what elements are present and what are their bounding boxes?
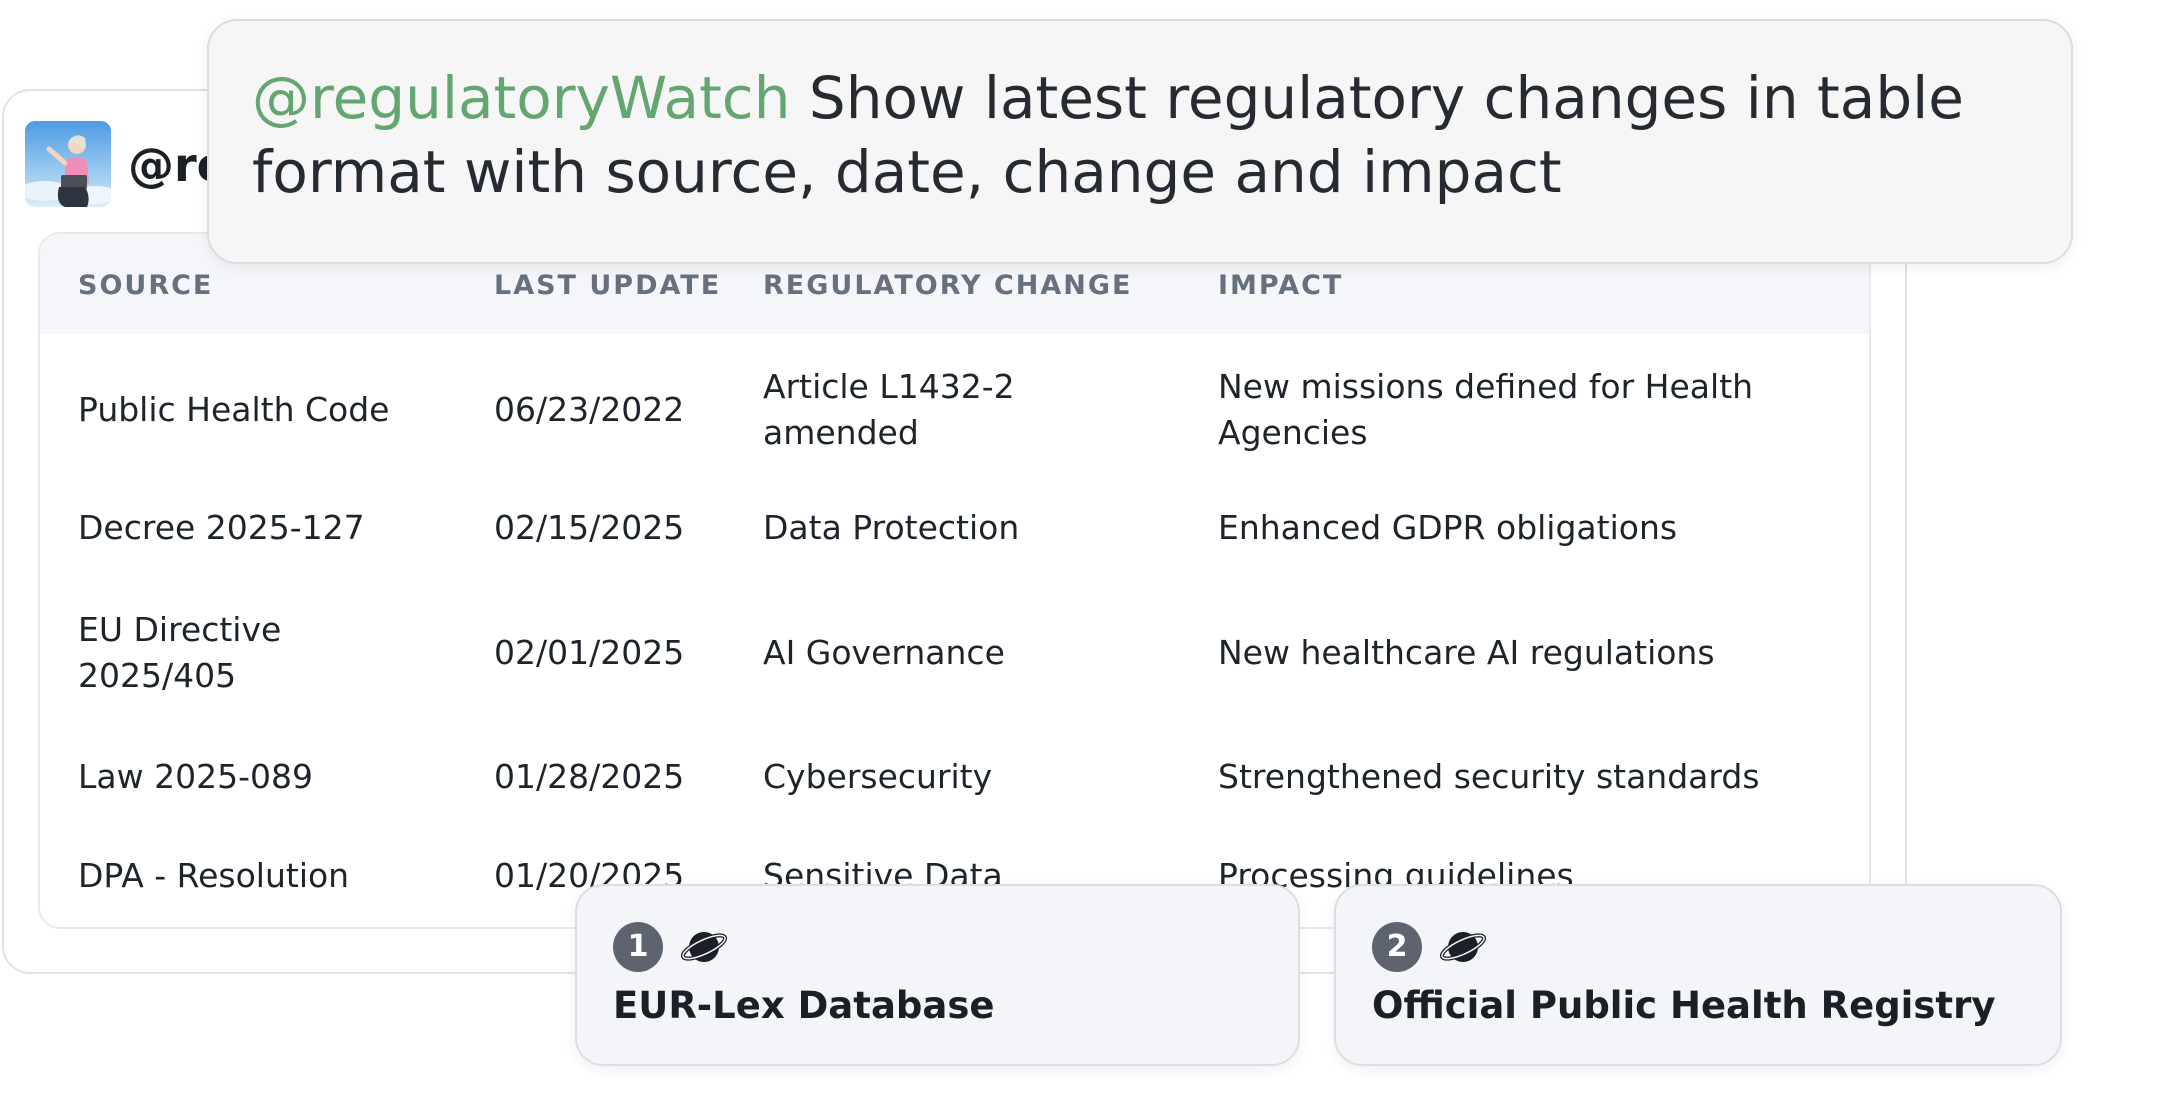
regulatory-changes-table: SOURCE LAST UPDATE REGULATORY CHANGE IMP… <box>38 232 1871 929</box>
globe-icon <box>1438 922 1488 972</box>
cell-impact: New healthcare AI regulations <box>1218 633 1715 672</box>
cell-source: Public Health Code <box>78 390 390 429</box>
cell-date: 06/23/2022 <box>494 390 685 429</box>
cell-change: Cybersecurity <box>763 757 993 796</box>
cell-date: 02/01/2025 <box>494 633 685 672</box>
cell-change: Article L1432-2 amended <box>763 367 1015 452</box>
header-regulatory-change: REGULATORY CHANGE <box>763 270 1133 301</box>
source-card-health-registry[interactable]: 2 Official Public Health Registry <box>1334 884 2062 1066</box>
source-number-badge: 2 <box>1372 922 1422 972</box>
cell-impact: Enhanced GDPR obligations <box>1218 508 1678 547</box>
table-row: EU Directive 2025/405 02/01/2025 AI Gove… <box>40 607 1869 707</box>
cell-date: 01/28/2025 <box>494 757 685 796</box>
source-title: EUR-Lex Database <box>613 984 995 1027</box>
table-row: Decree 2025-127 02/15/2025 Data Protecti… <box>40 505 1869 565</box>
source-title: Official Public Health Registry <box>1372 984 1996 1027</box>
avatar <box>25 121 111 207</box>
cell-impact: New missions defined for Health Agencies <box>1218 367 1754 452</box>
cell-impact: Strengthened security standards <box>1218 757 1760 796</box>
cell-source: Law 2025-089 <box>78 757 313 796</box>
agent-mention[interactable]: @regulatoryWatch <box>252 64 790 132</box>
table-row: Public Health Code 06/23/2022 Article L1… <box>40 364 1869 464</box>
cell-source: DPA - Resolution <box>78 856 350 895</box>
globe-icon <box>679 922 729 972</box>
header-source: SOURCE <box>78 270 214 301</box>
header-impact: IMPACT <box>1218 270 1344 301</box>
cell-source: EU Directive 2025/405 <box>78 610 282 695</box>
source-card-eur-lex[interactable]: 1 EUR-Lex Database <box>575 884 1300 1066</box>
cell-source: Decree 2025-127 <box>78 508 365 547</box>
cell-change: AI Governance <box>763 633 1005 672</box>
user-prompt-bubble: @regulatoryWatch Show latest regulatory … <box>207 19 2073 264</box>
prompt-text: @regulatoryWatch Show latest regulatory … <box>252 61 2042 209</box>
cell-date: 02/15/2025 <box>494 508 685 547</box>
table-row: Law 2025-089 01/28/2025 Cybersecurity St… <box>40 754 1869 814</box>
cell-change: Data Protection <box>763 508 1020 547</box>
header-last-update: LAST UPDATE <box>494 270 722 301</box>
source-number-badge: 1 <box>613 922 663 972</box>
